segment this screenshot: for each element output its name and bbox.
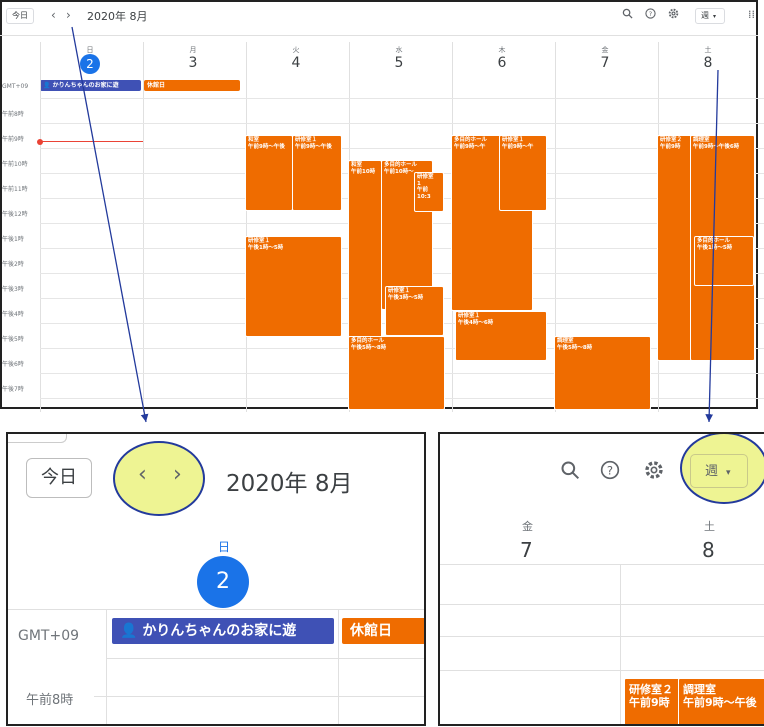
timezone-label: GMT+09 <box>2 83 29 90</box>
svg-text:?: ? <box>649 10 652 18</box>
day-name-thu: 木 <box>498 46 506 54</box>
day-number-sat[interactable]: 8 <box>688 55 728 71</box>
zoom-panel-right: ? 週 ▾ 金 7 土 8 研修室２ 午前9時 調理室 午前9時〜午後 <box>438 432 764 726</box>
settings-gear-icon-zoomed[interactable] <box>644 460 664 484</box>
event-block[interactable]: 和室 午前9時〜午後 <box>245 135 293 211</box>
time-label: 午後4時 <box>2 311 24 318</box>
time-label: 午前8時 <box>2 111 24 118</box>
day-number-sat-zoomed[interactable]: 8 <box>702 538 715 562</box>
time-label: 午前9時 <box>2 136 24 143</box>
next-week-icon-zoomed[interactable]: › <box>173 462 182 487</box>
time-label: 午後3時 <box>2 286 24 293</box>
hour-line <box>94 696 424 697</box>
day-number-sun-today[interactable]: 2 <box>80 54 100 74</box>
time-label-zoomed: 午前8時 <box>26 693 74 708</box>
grid-col-line <box>338 610 339 724</box>
event-block[interactable]: 多目的ホール 午後1時〜5時 <box>694 236 754 286</box>
time-label: 午後12時 <box>2 211 28 218</box>
event-block[interactable]: 研修室 1 午前10:3 <box>414 172 444 212</box>
day-number-tue[interactable]: 4 <box>276 55 316 71</box>
event-block[interactable]: 研修室１ 午前9時〜午 <box>499 135 547 211</box>
allday-event-closed-zoomed[interactable]: 休館日 <box>342 618 424 644</box>
hour-line <box>440 604 764 605</box>
view-select[interactable]: 週 ▾ <box>695 8 725 24</box>
day-name-fri: 金 <box>601 46 609 54</box>
hour-line <box>40 148 764 149</box>
settings-gear-icon[interactable] <box>668 8 679 23</box>
grid-col-line <box>106 610 107 724</box>
today-button[interactable]: 今日 <box>6 8 34 24</box>
day-name-mon: 月 <box>189 46 197 54</box>
person-icon: 👤 <box>43 82 51 89</box>
hour-line <box>440 670 764 671</box>
view-select-zoomed[interactable]: 週 ▾ <box>690 454 748 488</box>
zoom-panel-left: 今日 ‹ › 2020年 8月 日 2 GMT+09 👤 かりんちゃんのお家に遊… <box>6 432 426 726</box>
time-label: 午後6時 <box>2 361 24 368</box>
day-number-wed[interactable]: 5 <box>379 55 419 71</box>
time-label: 午後7時 <box>2 386 24 393</box>
search-icon-zoomed[interactable] <box>560 460 580 484</box>
timezone-label-zoomed: GMT+09 <box>18 628 80 644</box>
nav-arrows-highlight <box>113 441 205 516</box>
next-week-icon[interactable]: › <box>66 8 71 22</box>
day-name-sat: 土 <box>704 46 712 54</box>
day-number-fri-zoomed[interactable]: 7 <box>520 538 533 562</box>
hour-line <box>40 123 764 124</box>
person-icon: 👤 <box>120 623 138 639</box>
view-select-label: 週 <box>701 11 709 20</box>
prev-week-icon[interactable]: ‹ <box>51 8 56 22</box>
time-label: 午前11時 <box>2 186 28 193</box>
calendar-week-view: 今日 ‹ › 2020年 8月 ? 週 ▾ ⁞⁞ 日 2 月 3 火 4 水 5 … <box>0 0 764 412</box>
allday-event-closed[interactable]: 休館日 <box>144 80 240 91</box>
toolbar-divider <box>0 35 758 36</box>
search-icon[interactable] <box>622 8 633 23</box>
help-icon[interactable]: ? <box>645 8 656 23</box>
day-number-sun-zoomed[interactable]: 2 <box>197 556 249 608</box>
time-label: 午後2時 <box>2 261 24 268</box>
day-number-fri[interactable]: 7 <box>585 55 625 71</box>
event-block[interactable]: 研修室２ 午前9時 <box>657 135 693 361</box>
day-number-thu[interactable]: 6 <box>482 55 522 71</box>
today-button-zoomed[interactable]: 今日 <box>26 458 92 498</box>
event-block[interactable]: 研修室１ 午後3時〜5時 <box>385 286 444 336</box>
time-label: 午後5時 <box>2 336 24 343</box>
month-title: 2020年 8月 <box>87 10 148 23</box>
time-label: 午後1時 <box>2 236 24 243</box>
event-block[interactable]: 研修室１ 午前9時〜午後 <box>292 135 342 211</box>
panel-corner <box>8 434 67 443</box>
month-title-zoomed: 2020年 8月 <box>226 471 353 497</box>
svg-text:?: ? <box>607 463 613 477</box>
header-divider <box>440 564 764 565</box>
day-name-fri-zoomed: 金 <box>522 520 533 533</box>
allday-event-karin[interactable]: 👤 かりんちゃんのお家に遊 <box>40 80 141 91</box>
time-label: 午前10時 <box>2 161 28 168</box>
hour-line <box>40 98 764 99</box>
event-block[interactable]: 研修室１ 午後1時〜5時 <box>245 236 342 337</box>
day-number-mon[interactable]: 3 <box>173 55 213 71</box>
hour-line <box>440 636 764 637</box>
help-icon-zoomed[interactable]: ? <box>600 460 620 484</box>
event-block-zoomed[interactable]: 調理室 午前9時〜午後 <box>678 678 764 724</box>
allday-event-karin-zoomed[interactable]: 👤 かりんちゃんのお家に遊 <box>112 618 334 644</box>
day-name-sun-zoomed: 日 <box>218 540 231 554</box>
prev-week-icon-zoomed[interactable]: ‹ <box>138 462 147 487</box>
current-time-dot <box>37 139 43 145</box>
header-divider <box>8 609 424 610</box>
chevron-down-icon: ▾ <box>713 13 717 20</box>
view-select-label: 週 <box>705 464 719 479</box>
event-block[interactable]: 多目的ホール 午後5時〜8時 <box>348 336 445 410</box>
day-name-sat-zoomed: 土 <box>704 520 715 533</box>
allday-event-label: かりんちゃんのお家に遊 <box>142 623 297 639</box>
day-name-wed: 水 <box>395 46 403 54</box>
day-name-tue: 火 <box>292 46 300 54</box>
apps-grid-icon[interactable]: ⁞⁞ <box>748 8 755 22</box>
event-block-zoomed[interactable]: 研修室２ 午前9時 <box>624 678 680 724</box>
allday-event-label: かりんちゃんのお家に遊 <box>52 82 119 89</box>
grid-col-line <box>620 564 621 724</box>
hour-line <box>106 658 424 659</box>
chevron-down-icon: ▾ <box>726 468 731 478</box>
event-block[interactable]: 調理室 午後5時〜8時 <box>554 336 651 410</box>
event-block[interactable]: 研修室１ 午後4時〜6時 <box>455 311 547 361</box>
current-time-line <box>40 141 143 142</box>
